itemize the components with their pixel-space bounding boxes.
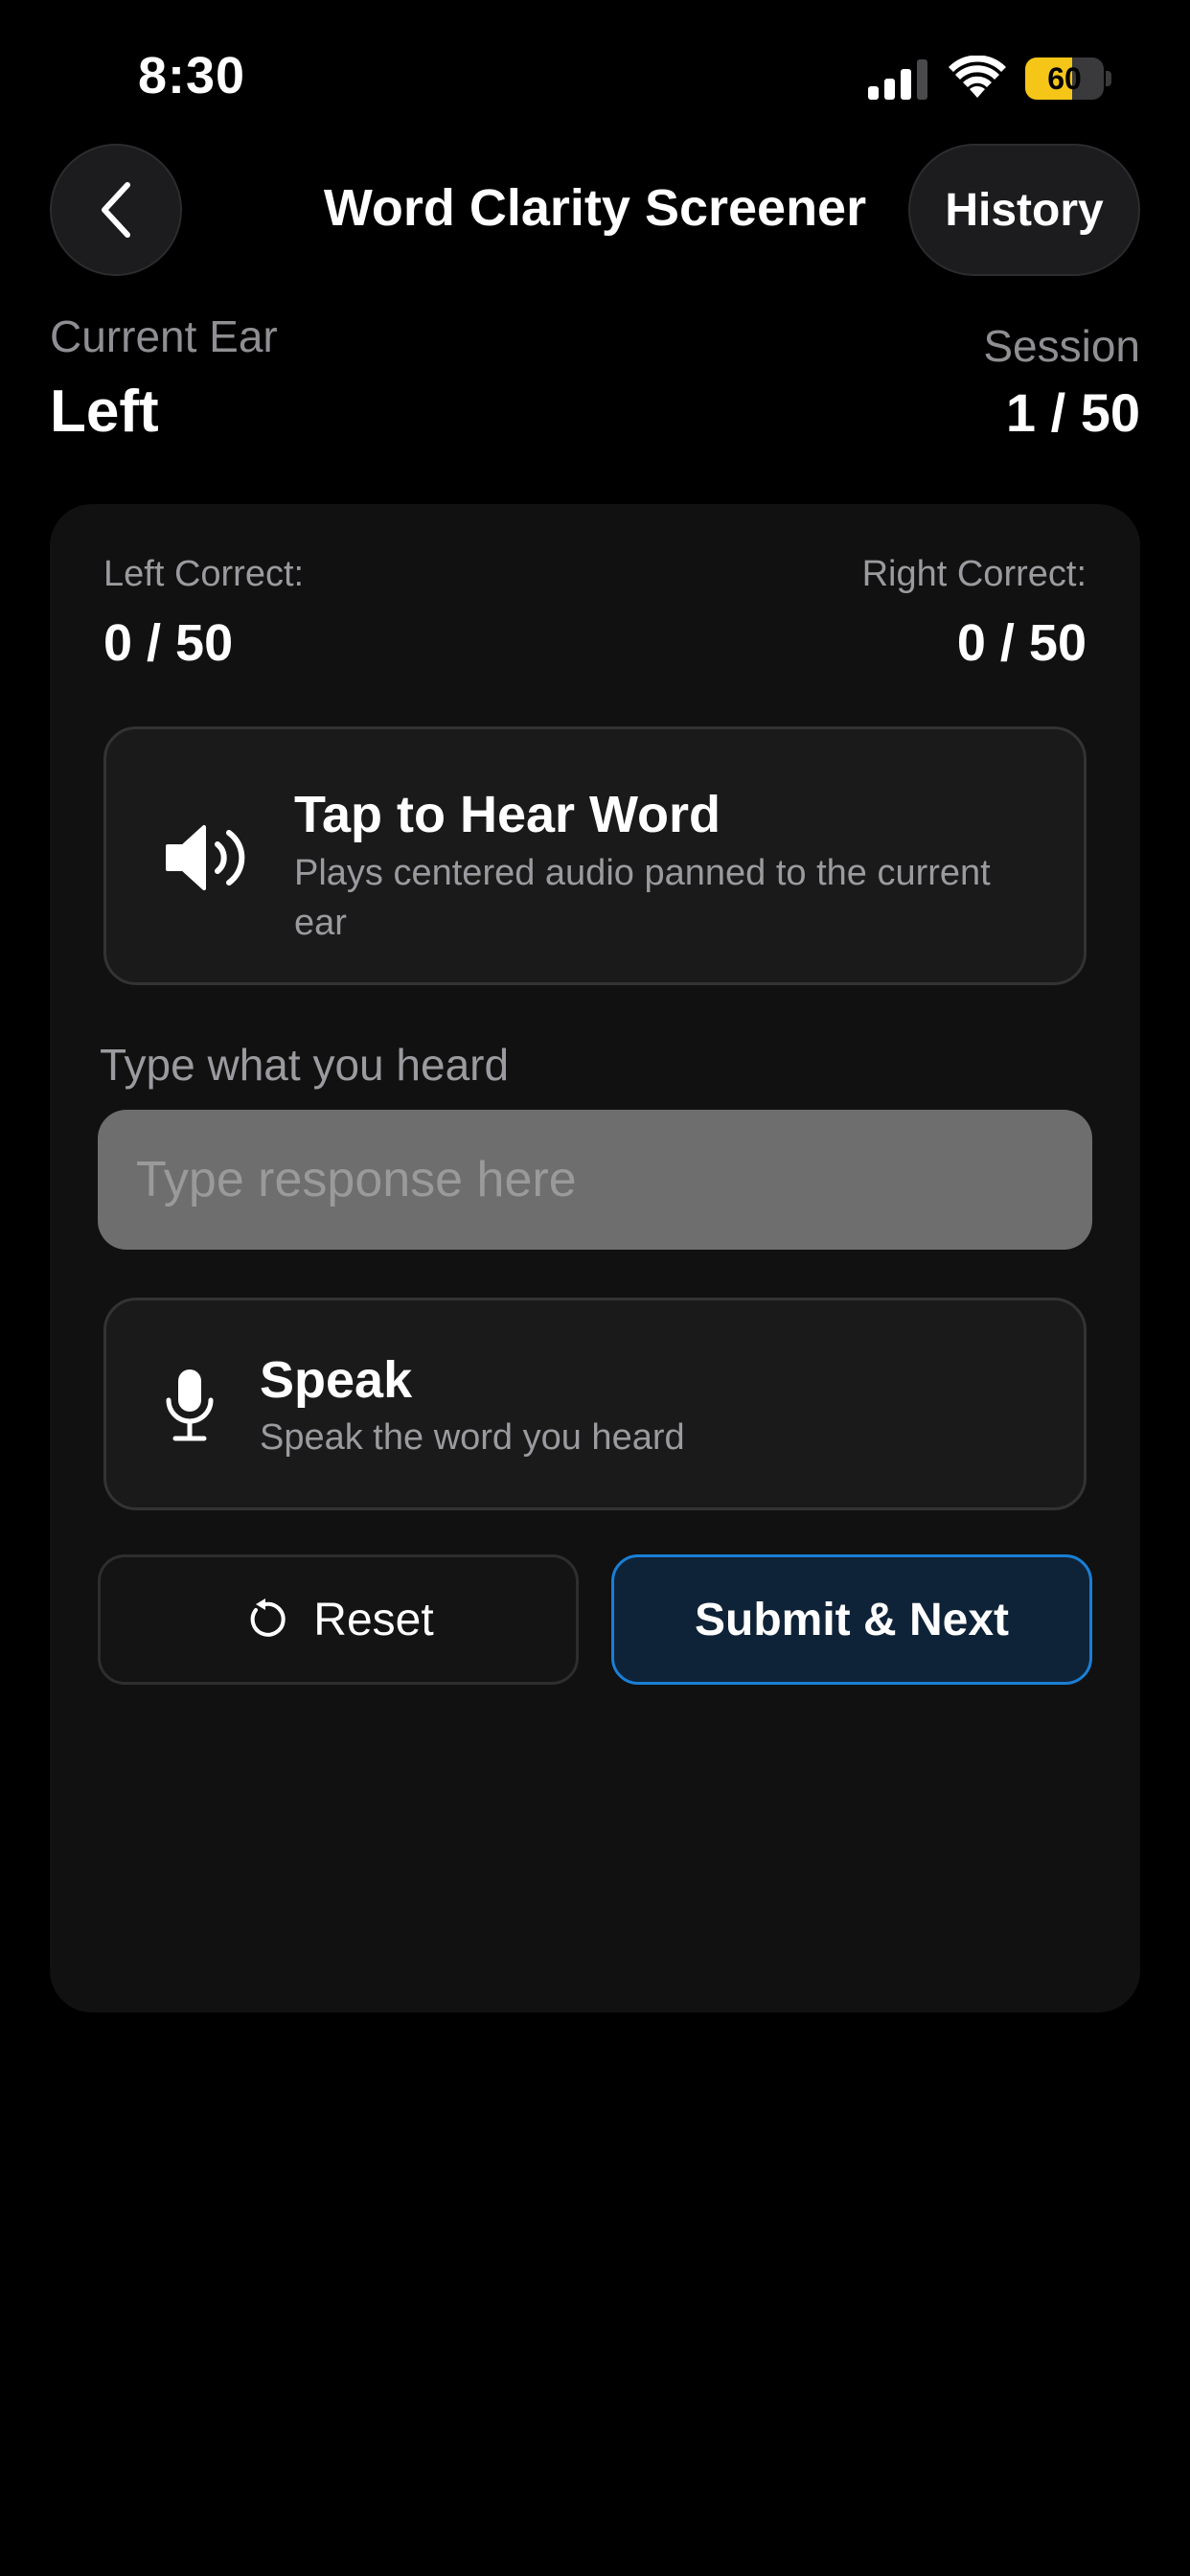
reset-label: Reset — [313, 1594, 434, 1645]
session-value: 1 / 50 — [1005, 382, 1140, 443]
right-correct-value: 0 / 50 — [956, 614, 1087, 672]
battery-body: 60 — [1025, 58, 1104, 100]
left-correct-label: Left Correct: — [103, 554, 305, 594]
wifi-icon — [949, 56, 1006, 98]
current-ear-label: Current Ear — [50, 311, 278, 361]
current-ear-value: Left — [50, 379, 159, 445]
submit-next-button[interactable]: Submit & Next — [611, 1554, 1092, 1685]
reset-button[interactable]: Reset — [98, 1554, 579, 1685]
response-label: Type what you heard — [100, 1040, 510, 1090]
chevron-left-icon — [102, 182, 130, 238]
hear-word-subtitle: Plays centered audio panned to the curre… — [294, 853, 991, 943]
microphone-icon — [166, 1369, 214, 1441]
response-input[interactable] — [98, 1110, 1092, 1250]
battery-icon: 60 — [1025, 58, 1111, 100]
battery-level-text: 60 — [1047, 61, 1082, 96]
status-bar: 8:30 60 — [0, 0, 1190, 144]
battery-nub — [1106, 71, 1111, 86]
speak-title: Speak — [260, 1351, 413, 1409]
session-label: Session — [983, 321, 1140, 371]
history-button[interactable]: History — [908, 144, 1140, 276]
left-correct-value: 0 / 50 — [103, 614, 234, 672]
right-correct-label: Right Correct: — [861, 554, 1087, 594]
reset-icon — [250, 1598, 286, 1637]
tap-to-hear-button[interactable]: Tap to Hear Word Plays centered audio pa… — [103, 726, 1087, 985]
speaker-icon — [166, 825, 245, 890]
word-clarity-screen: 8:30 60 Word Clarity Screener History Cu… — [0, 0, 1190, 2576]
page-title: Word Clarity Screener — [323, 179, 867, 237]
hear-word-title: Tap to Hear Word — [294, 786, 721, 843]
speak-button[interactable]: Speak Speak the word you heard — [103, 1298, 1087, 1510]
speak-subtitle: Speak the word you heard — [260, 1417, 685, 1458]
screener-card: Left Correct: 0 / 50 Right Correct: 0 / … — [50, 504, 1140, 2012]
back-button[interactable] — [50, 144, 182, 276]
status-time: 8:30 — [138, 47, 246, 104]
cellular-signal-icon — [868, 59, 927, 100]
